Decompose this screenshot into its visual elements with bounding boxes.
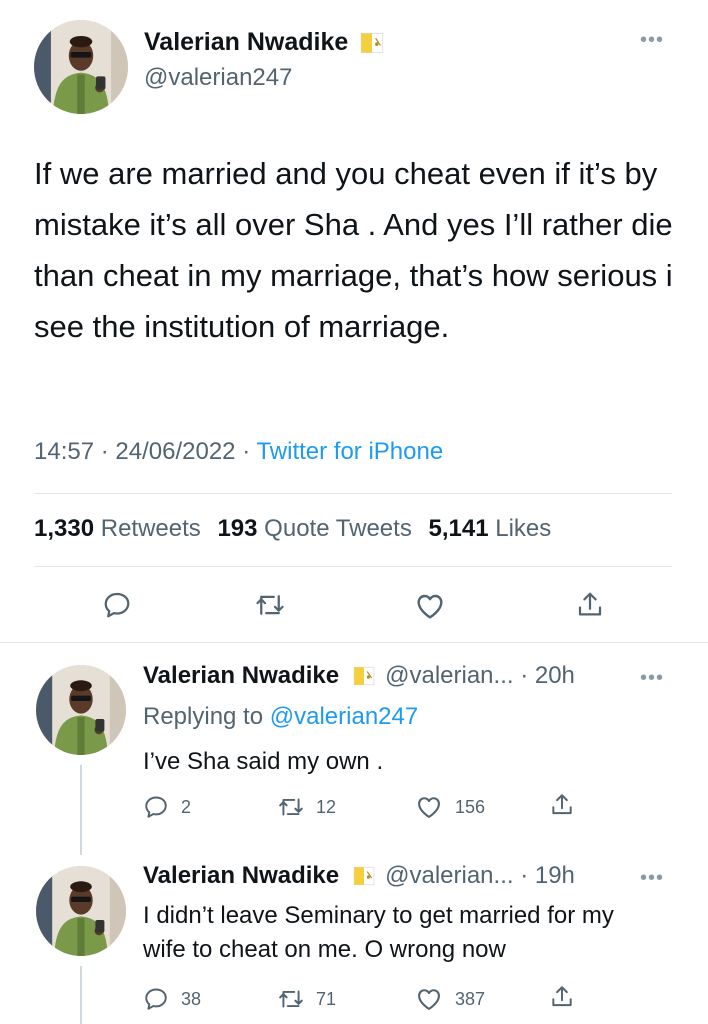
share-icon bbox=[575, 590, 605, 620]
tweet-stats: 1,330 Retweets 193 Quote Tweets 5,141 Li… bbox=[34, 515, 551, 543]
replying-label: Replying to bbox=[143, 703, 264, 730]
like-button[interactable]: 156 bbox=[415, 793, 485, 821]
main-author-name[interactable]: Valerian Nwadike bbox=[144, 28, 348, 57]
main-tweet-text: If we are married and you cheat even if … bbox=[34, 156, 673, 344]
share-icon bbox=[549, 984, 575, 1010]
quotes-label: Quote Tweets bbox=[264, 515, 412, 542]
retweet-icon bbox=[278, 986, 304, 1012]
avatar-image bbox=[34, 20, 128, 114]
tweet-meta: 14:57 · 24/06/2022 · Twitter for iPhone bbox=[34, 438, 443, 466]
heart-icon bbox=[414, 590, 446, 622]
reply-count: 38 bbox=[181, 988, 202, 1009]
retweets-stat[interactable]: 1,330 Retweets bbox=[34, 515, 201, 542]
share-button[interactable] bbox=[575, 590, 605, 620]
reply-author-avatar[interactable] bbox=[36, 665, 126, 755]
retweet-button[interactable]: 71 bbox=[278, 986, 336, 1012]
tweet-source-link[interactable]: Twitter for iPhone bbox=[256, 438, 443, 465]
thread-connector bbox=[80, 966, 82, 1024]
reply-header: Valerian Nwadike @valerian... · 19h bbox=[143, 862, 575, 890]
replying-to-link[interactable]: @valerian247 bbox=[270, 703, 418, 730]
share-button[interactable] bbox=[549, 792, 575, 818]
reply-handle-time[interactable]: @valerian... · 20h bbox=[385, 662, 575, 690]
share-icon bbox=[549, 792, 575, 818]
reply-icon bbox=[143, 794, 169, 820]
reply-author-name[interactable]: Valerian Nwadike bbox=[143, 662, 339, 690]
reply-button[interactable]: 2 bbox=[143, 794, 191, 820]
like-button[interactable]: 387 bbox=[415, 985, 485, 1013]
reply-count: 2 bbox=[181, 796, 192, 817]
avatar-image bbox=[36, 665, 126, 755]
likes-label: Likes bbox=[495, 515, 552, 542]
retweet-button[interactable] bbox=[255, 590, 285, 620]
main-author-name-row: Valerian Nwadike bbox=[144, 28, 384, 57]
main-author-avatar[interactable] bbox=[34, 20, 128, 114]
reply-text: I’ve Sha said my own . bbox=[143, 748, 384, 775]
heart-icon bbox=[415, 793, 443, 821]
heart-icon bbox=[415, 985, 443, 1013]
reply-text: I didn’t leave Seminary to get married f… bbox=[143, 902, 614, 963]
more-horizontal-icon[interactable]: ••• bbox=[640, 30, 664, 50]
divider bbox=[34, 493, 672, 494]
retweet-button[interactable]: 12 bbox=[278, 794, 336, 820]
reply-icon bbox=[102, 590, 132, 620]
more-horizontal-icon[interactable]: ••• bbox=[640, 668, 664, 688]
tweet-time[interactable]: 14:57 bbox=[34, 438, 94, 465]
retweets-label: Retweets bbox=[100, 515, 201, 542]
tweet-date[interactable]: 24/06/2022 bbox=[115, 438, 235, 465]
reply-button[interactable] bbox=[102, 590, 132, 620]
reply-author-name[interactable]: Valerian Nwadike bbox=[143, 862, 339, 890]
retweet-icon bbox=[255, 590, 285, 620]
retweet-count: 71 bbox=[316, 988, 337, 1009]
reply-icon bbox=[143, 986, 169, 1012]
like-count: 387 bbox=[455, 988, 486, 1009]
reply-button[interactable]: 38 bbox=[143, 986, 201, 1012]
retweets-count: 1,330 bbox=[34, 515, 95, 542]
reply-header: Valerian Nwadike @valerian... · 20h bbox=[143, 662, 575, 690]
reply-handle-time[interactable]: @valerian... · 19h bbox=[385, 862, 575, 890]
vatican-flag-icon bbox=[353, 865, 375, 887]
quotes-stat[interactable]: 193 Quote Tweets bbox=[217, 515, 411, 542]
divider bbox=[0, 642, 708, 643]
like-count: 156 bbox=[455, 796, 486, 817]
likes-stat[interactable]: 5,141 Likes bbox=[429, 515, 552, 542]
quotes-count: 193 bbox=[217, 515, 258, 542]
divider bbox=[34, 566, 672, 567]
retweet-icon bbox=[278, 794, 304, 820]
vatican-flag-icon bbox=[360, 31, 384, 55]
meta-separator: · bbox=[242, 438, 251, 465]
avatar-image bbox=[36, 866, 126, 956]
meta-separator: · bbox=[100, 438, 109, 465]
share-button[interactable] bbox=[549, 984, 575, 1010]
vatican-flag-icon bbox=[353, 665, 375, 687]
more-horizontal-icon[interactable]: ••• bbox=[640, 868, 664, 888]
main-author-handle[interactable]: @valerian247 bbox=[144, 64, 292, 92]
like-button[interactable] bbox=[414, 590, 446, 622]
retweet-count: 12 bbox=[316, 796, 337, 817]
replying-to: Replying to @valerian247 bbox=[143, 703, 418, 731]
likes-count: 5,141 bbox=[428, 515, 489, 542]
reply-author-avatar[interactable] bbox=[36, 866, 126, 956]
thread-connector bbox=[80, 765, 82, 855]
